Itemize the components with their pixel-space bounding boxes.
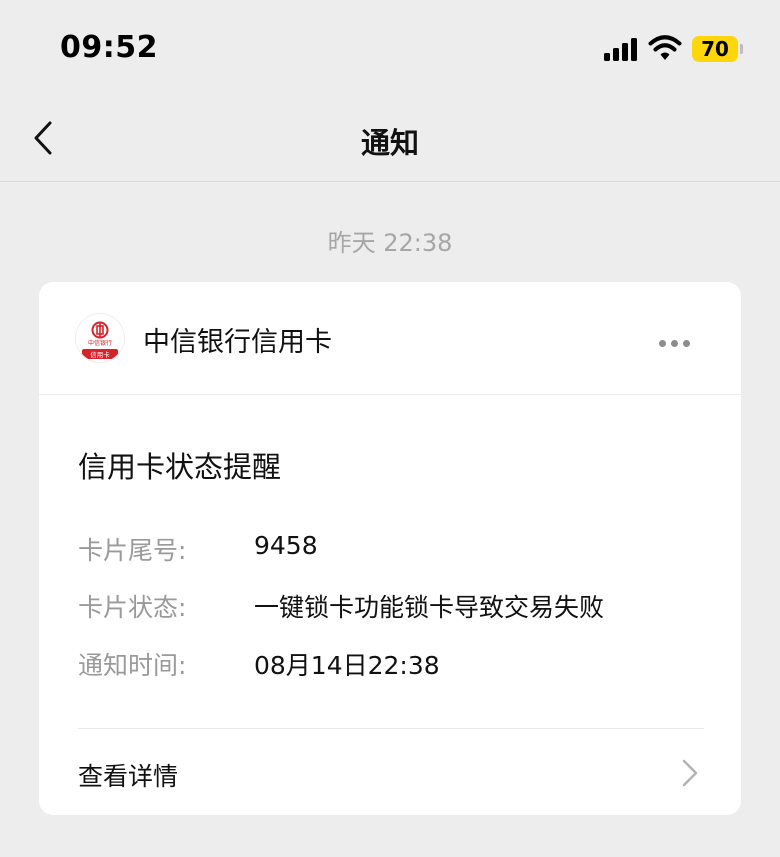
battery-indicator: 70 <box>692 36 744 62</box>
more-dot <box>659 340 666 347</box>
bank-logo-text: 中信银行 <box>88 339 112 347</box>
card-header: 中信银行 信用卡 中信银行信用卡 <box>39 282 741 395</box>
navigation-bar: 通知 <box>0 100 780 182</box>
field-value: 9458 <box>254 531 318 560</box>
view-details-link[interactable]: 查看详情 <box>39 729 741 815</box>
status-time: 09:52 <box>60 30 158 65</box>
notice-title: 信用卡状态提醒 <box>78 450 282 484</box>
field-label: 卡片尾号: <box>78 536 187 565</box>
field-card-status: 卡片状态: 一键锁卡功能锁卡导致交易失败 <box>78 588 718 624</box>
field-label: 卡片状态: <box>78 593 187 622</box>
field-card-number: 卡片尾号: 9458 <box>78 531 718 567</box>
bank-logo-icon: 中信银行 信用卡 <box>82 321 118 359</box>
battery-tip <box>740 44 743 54</box>
cellular-signal-icon <box>604 38 637 61</box>
page-title: 通知 <box>360 126 419 160</box>
status-bar: 09:52 70 <box>0 0 780 100</box>
wifi-icon <box>648 35 682 60</box>
bank-name[interactable]: 中信银行信用卡 <box>143 320 332 359</box>
notification-card: 中信银行 信用卡 中信银行信用卡 信用卡状态提醒 卡片尾号: 9458 卡片状态… <box>39 282 741 815</box>
more-dot <box>683 340 690 347</box>
chevron-right-icon <box>682 759 698 787</box>
field-notify-time: 通知时间: 08月14日22:38 <box>78 646 718 682</box>
battery-level: 70 <box>692 36 738 62</box>
message-timestamp: 昨天 22:38 <box>327 229 453 257</box>
field-label: 通知时间: <box>78 651 187 680</box>
bank-logo[interactable]: 中信银行 信用卡 <box>76 314 124 362</box>
more-dots-icon[interactable] <box>659 332 699 347</box>
more-dot <box>671 340 678 347</box>
field-value: 一键锁卡功能锁卡导致交易失败 <box>254 593 605 622</box>
view-details-label: 查看详情 <box>78 762 179 791</box>
field-value: 08月14日22:38 <box>254 651 440 680</box>
bank-logo-badge: 信用卡 <box>90 350 110 359</box>
